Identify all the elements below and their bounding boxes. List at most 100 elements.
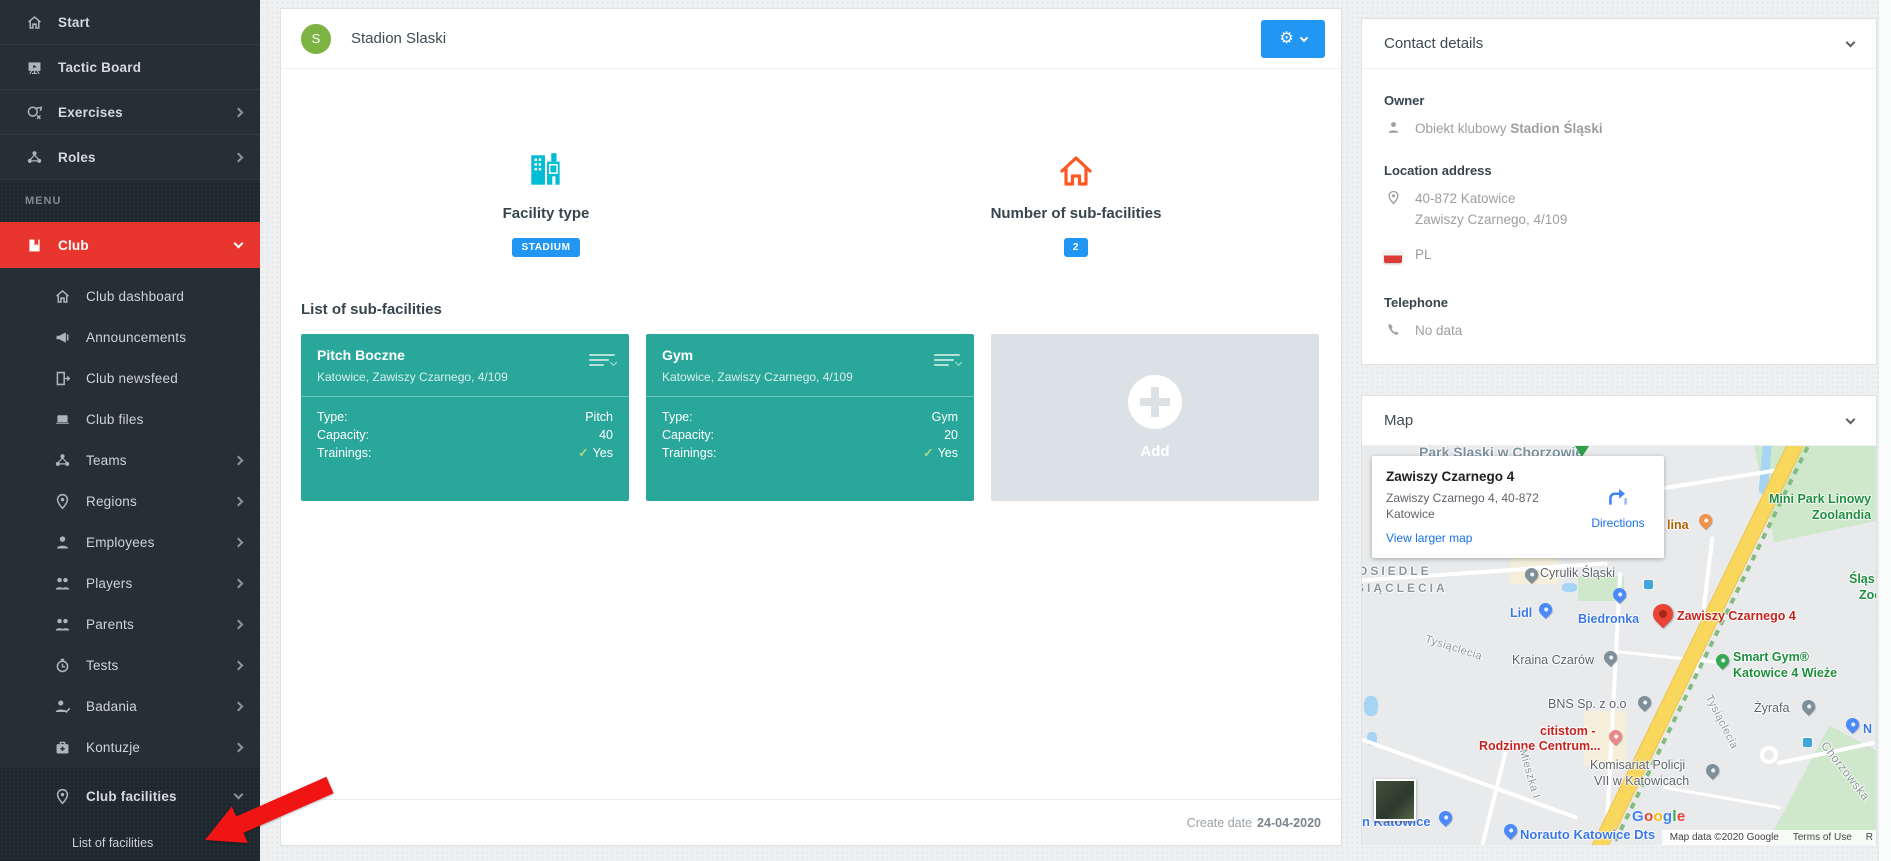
country-row: PL: [1384, 244, 1854, 265]
map-label-osiedle: OSIEDLE: [1362, 564, 1432, 578]
sidebar-item-label: Club: [58, 238, 89, 253]
view-larger-map-link[interactable]: View larger map: [1386, 531, 1472, 545]
sidebar-item-announcements[interactable]: Announcements: [0, 317, 260, 358]
chevron-right-icon: [234, 661, 244, 671]
map-info-window: Zawiszy Czarnego 4 Zawiszy Czarnego 4, 4…: [1372, 456, 1664, 558]
sidebar-item-label: Roles: [58, 150, 96, 165]
sidebar-item-teams[interactable]: Teams: [0, 440, 260, 481]
report-link-partial[interactable]: R: [1866, 832, 1873, 843]
chevron-right-icon: [234, 152, 244, 162]
sidebar-item-label: Tests: [86, 658, 119, 673]
sidebar-item-kontuzje[interactable]: Kontuzje: [0, 727, 260, 768]
phone-icon: [1384, 320, 1402, 338]
avatar: S: [301, 24, 331, 54]
sidebar-item-exercises[interactable]: Exercises: [0, 90, 260, 135]
chevron-down-icon: [1846, 37, 1856, 47]
subfacility-card-pitch-boczne[interactable]: Pitch Boczne Katowice, Zawiszy Czarnego,…: [301, 334, 629, 501]
subfacility-address: Katowice, Zawiszy Czarnego, 4/109: [317, 370, 613, 384]
map-label-zyrafa: Żyrafa: [1754, 701, 1789, 715]
map-pin-icon: [1384, 188, 1402, 206]
trainings-value: ✓Yes: [578, 445, 613, 462]
type-value: Pitch: [585, 409, 613, 426]
trainings-value: ✓Yes: [923, 445, 958, 462]
google-map[interactable]: Park Śląski w Chorzowie lina Mini Park L…: [1362, 446, 1876, 845]
scrollbar[interactable]: [1878, 0, 1891, 861]
sidebar-item-tests[interactable]: Tests: [0, 645, 260, 686]
owner-name: Stadion Śląski: [1510, 121, 1602, 136]
sidebar: Start Tactic Board Exercises Roles MENU …: [0, 0, 260, 861]
megaphone-icon: [52, 328, 72, 348]
card-menu-button[interactable]: [589, 354, 615, 372]
restaurant-pin-icon: [1696, 511, 1714, 529]
sidebar-item-tactic-board[interactable]: Tactic Board: [0, 45, 260, 90]
add-subfacility-card[interactable]: Add: [991, 334, 1319, 501]
subfacility-name: Gym: [662, 347, 958, 363]
map-label-cyrulik: Cyrulik Śląski: [1540, 566, 1615, 580]
satellite-view-toggle[interactable]: [1374, 779, 1416, 821]
plus-icon: [1128, 375, 1182, 429]
sidebar-item-label: Parents: [86, 617, 134, 632]
subfacilities-heading: List of sub-facilities: [301, 301, 1341, 318]
owner-prefix: Obiekt klubowy: [1415, 121, 1510, 136]
map-label-kraina-czarow: Kraina Czarów: [1512, 653, 1594, 667]
map-label-komisariat: Komisariat Policji: [1590, 758, 1685, 772]
contact-details-header[interactable]: Contact details: [1362, 19, 1876, 69]
sidebar-item-label: Regions: [86, 494, 137, 509]
card-menu-button[interactable]: [934, 354, 960, 372]
terms-of-use-link[interactable]: Terms of Use: [1793, 832, 1852, 843]
chevron-right-icon: [234, 107, 244, 117]
poi-pin-icon: [1635, 693, 1653, 711]
sidebar-item-club-newsfeed[interactable]: Club newsfeed: [0, 358, 260, 399]
sidebar-item-regions[interactable]: Regions: [0, 481, 260, 522]
sidebar-item-start[interactable]: Start: [0, 0, 260, 45]
card-header: Pitch Boczne Katowice, Zawiszy Czarnego,…: [301, 334, 629, 397]
address-line2: Zawiszy Czarnego, 4/109: [1415, 212, 1567, 227]
person-icon: [1384, 118, 1402, 136]
sidebar-item-employees[interactable]: Employees: [0, 522, 260, 563]
sidebar-item-label: Kontuzje: [86, 740, 140, 755]
chevron-right-icon: [234, 497, 244, 507]
settings-button[interactable]: ⚙: [1261, 20, 1325, 58]
stat-label: Number of sub-facilities: [991, 205, 1162, 222]
sidebar-item-badania[interactable]: Badania: [0, 686, 260, 727]
police-pin-icon: [1703, 761, 1721, 779]
contact-details-panel: Contact details Owner Obiekt klubowy Sta…: [1361, 18, 1877, 365]
sidebar-item-label: Teams: [86, 453, 127, 468]
sidebar-item-club-dashboard[interactable]: Club dashboard: [0, 276, 260, 317]
chevron-right-icon: [234, 702, 244, 712]
road: [1663, 786, 1782, 810]
map-label-lidl: Lidl: [1510, 606, 1532, 620]
poland-flag-icon: [1384, 246, 1402, 264]
sidebar-item-label: Club files: [86, 412, 144, 427]
directions-button[interactable]: Directions: [1572, 456, 1664, 558]
map-pin-icon: [52, 492, 72, 512]
sidebar-item-club-files[interactable]: Club files: [0, 399, 260, 440]
map-header[interactable]: Map: [1362, 396, 1876, 446]
sidebar-item-club[interactable]: Club: [0, 222, 260, 268]
buildings-icon: [525, 141, 567, 191]
sidebar-item-label: Exercises: [58, 105, 123, 120]
contact-details-body: Owner Obiekt klubowy Stadion Śląski Loca…: [1362, 69, 1876, 341]
smart-gym-pin-icon: [1713, 651, 1731, 669]
panel-title: Map: [1384, 412, 1413, 429]
bus-stop-icon: [1802, 737, 1813, 748]
subfacility-card-gym[interactable]: Gym Katowice, Zawiszy Czarnego, 4/109 Ty…: [646, 334, 974, 501]
annotation-arrow: [190, 765, 350, 861]
sidebar-section-menu: MENU: [0, 180, 260, 222]
type-label: Type:: [317, 409, 348, 426]
parents-icon: [52, 615, 72, 635]
google-logo: Google: [1632, 808, 1686, 825]
map-label-partial: N: [1863, 722, 1872, 736]
map-attribution: Map data ©2020 Google Terms of Use R: [1662, 830, 1876, 845]
check-icon: ✓: [578, 446, 588, 460]
sidebar-item-players[interactable]: Players: [0, 563, 260, 604]
map-label-zoolandia: Zoolandia: [1812, 508, 1871, 522]
street-label-tysiaclecia: Tysiąclecia: [1703, 693, 1741, 751]
sidebar-item-label: List of facilities: [72, 836, 153, 850]
sidebar-item-parents[interactable]: Parents: [0, 604, 260, 645]
road: [1617, 650, 1727, 664]
sidebar-item-roles[interactable]: Roles: [0, 135, 260, 180]
chevron-down-icon: [1299, 33, 1307, 41]
chevron-right-icon: [234, 538, 244, 548]
map-label-destination: Zawiszy Czarnego 4: [1677, 609, 1796, 623]
